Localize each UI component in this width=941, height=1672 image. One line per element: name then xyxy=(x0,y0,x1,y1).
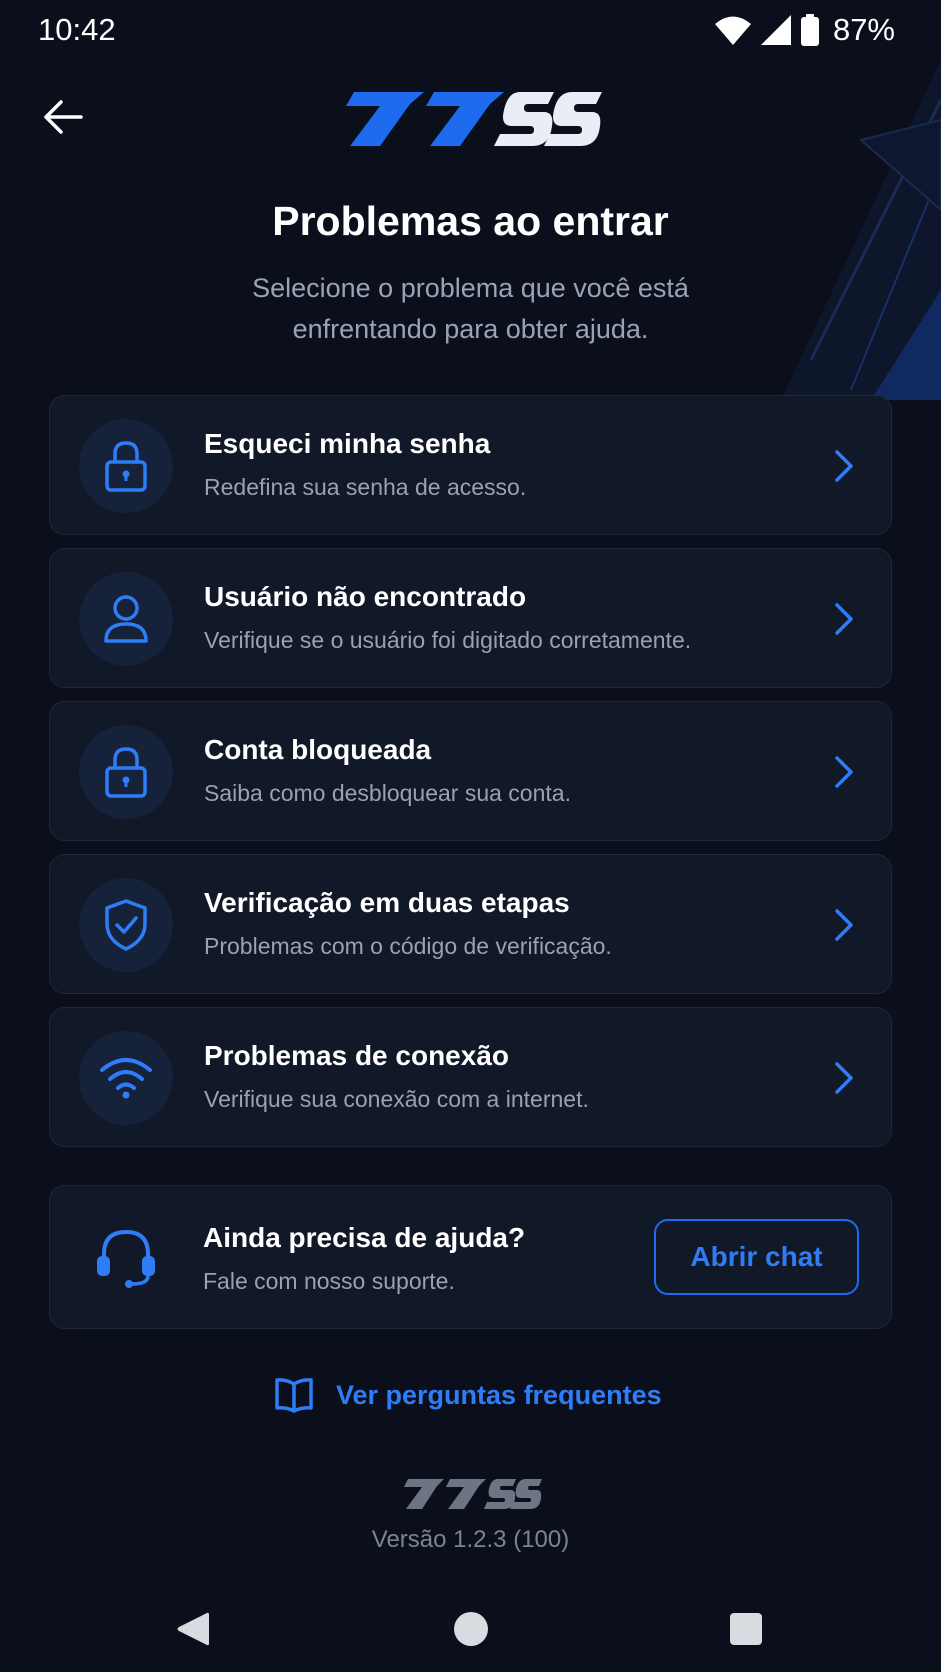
nav-home-button[interactable] xyxy=(436,1594,506,1664)
option-description: Verifique se o usuário foi digitado corr… xyxy=(204,627,692,653)
option-icon-container xyxy=(79,572,173,666)
option-icon-container xyxy=(79,1031,173,1125)
status-bar: 10:42 87% xyxy=(0,0,941,60)
brand-logo-footer xyxy=(404,1479,542,1509)
brand-logo xyxy=(346,92,602,146)
support-card: Ainda precisa de ajuda? Fale com nosso s… xyxy=(49,1185,892,1329)
arrow-left-icon xyxy=(44,100,83,134)
signal-icon xyxy=(760,15,791,45)
support-description: Fale com nosso suporte. xyxy=(203,1268,455,1294)
page-title: Problemas ao entrar xyxy=(272,198,669,244)
wifi-icon xyxy=(714,16,751,45)
option-description: Verifique sua conexão com a internet. xyxy=(204,1086,589,1112)
battery-icon xyxy=(800,14,819,46)
support-title: Ainda precisa de ajuda? xyxy=(203,1222,526,1253)
page-subtitle: Selecione o problema que você está enfre… xyxy=(252,273,689,344)
headset-icon xyxy=(97,1229,155,1288)
nav-back-button[interactable] xyxy=(158,1594,228,1664)
problem-options-list: Esqueci minha senha Redefina sua senha d… xyxy=(49,395,892,1160)
wifi-icon xyxy=(100,1058,152,1099)
option-description: Problemas com o código de verificação. xyxy=(204,933,612,959)
option-two-step-verification[interactable]: Verificação em duas etapas Problemas com… xyxy=(49,854,892,994)
option-title: Verificação em duas etapas xyxy=(204,887,570,918)
shield-check-icon xyxy=(105,899,147,951)
battery-percent: 87% xyxy=(832,12,895,47)
app-version: Versão 1.2.3 (100) xyxy=(371,1526,570,1553)
option-title: Esqueci minha senha xyxy=(204,428,491,459)
home-circle-icon xyxy=(454,1612,488,1646)
lock-icon xyxy=(105,441,147,492)
option-connection-problems[interactable]: Problemas de conexão Verifique sua conex… xyxy=(49,1007,892,1147)
status-icons: 87% xyxy=(714,12,895,48)
option-description: Saiba como desbloquear sua conta. xyxy=(204,780,571,806)
chevron-right-icon xyxy=(835,756,853,788)
option-title: Usuário não encontrado xyxy=(204,581,527,612)
faq-link[interactable]: Ver perguntas frequentes xyxy=(274,1370,662,1420)
chevron-right-icon xyxy=(835,1062,853,1094)
option-icon-container xyxy=(79,878,173,972)
nav-recents-button[interactable] xyxy=(711,1594,781,1664)
option-forgot-password[interactable]: Esqueci minha senha Redefina sua senha d… xyxy=(49,395,892,535)
chevron-right-icon xyxy=(835,450,853,482)
book-icon xyxy=(275,1378,313,1413)
chevron-right-icon xyxy=(835,603,853,635)
system-navigation-bar xyxy=(0,1580,941,1672)
option-description: Redefina sua senha de acesso. xyxy=(204,474,527,500)
option-account-blocked[interactable]: Conta bloqueada Saiba como desbloquear s… xyxy=(49,701,892,841)
option-icon-container xyxy=(79,725,173,819)
option-title: Problemas de conexão xyxy=(204,1040,510,1071)
recents-square-icon xyxy=(730,1613,762,1645)
option-icon-container xyxy=(79,419,173,513)
option-title: Conta bloqueada xyxy=(204,734,432,765)
status-time: 10:42 xyxy=(38,12,116,47)
option-user-not-found[interactable]: Usuário não encontrado Verifique se o us… xyxy=(49,548,892,688)
back-triangle-icon xyxy=(177,1612,209,1646)
lock-icon xyxy=(105,747,147,798)
faq-label: Ver perguntas frequentes xyxy=(336,1379,662,1410)
back-button[interactable] xyxy=(36,90,90,144)
user-icon xyxy=(104,595,148,643)
open-chat-button[interactable]: Abrir chat xyxy=(654,1219,859,1295)
chevron-right-icon xyxy=(835,909,853,941)
